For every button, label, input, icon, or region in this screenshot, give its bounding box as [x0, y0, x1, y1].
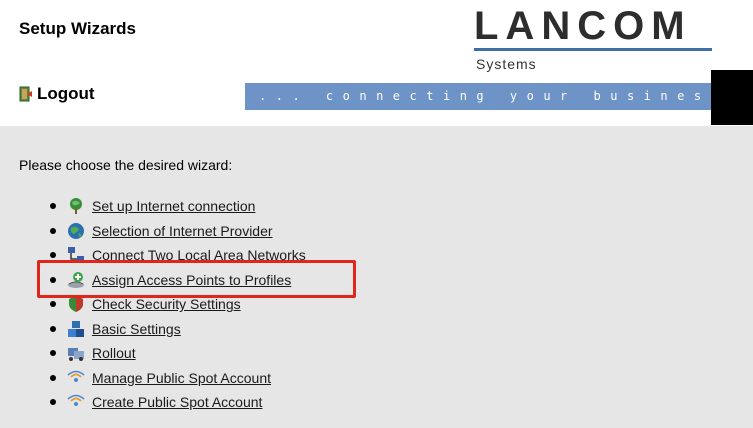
list-item: Create Public Spot Account: [50, 390, 306, 415]
bullet: [50, 203, 56, 210]
wizard-link-internet-connection[interactable]: Set up Internet connection: [92, 198, 255, 214]
list-item: Rollout: [50, 341, 306, 366]
list-item: Check Security Settings: [50, 292, 306, 317]
bullet: [50, 227, 56, 234]
lancom-logo: LANCOM Systems: [474, 4, 714, 72]
list-item: Assign Access Points to Profiles: [50, 268, 306, 293]
network-icon: [68, 247, 84, 263]
wizard-panel: Please choose the desired wizard: Set up…: [0, 126, 753, 428]
tagline-banner: ... connecting your business: [245, 83, 745, 110]
logo-subtitle: Systems: [476, 56, 537, 72]
wizard-list: Set up Internet connection Selection of …: [50, 194, 306, 415]
wireless-icon: [67, 395, 85, 407]
bullet: [50, 350, 56, 357]
globe-plant-icon: [70, 198, 82, 215]
header: Setup Wizards LANCOM Systems Logout ... …: [0, 0, 753, 126]
wizard-link-manage-public-spot[interactable]: Manage Public Spot Account: [92, 370, 271, 386]
bullet: [50, 276, 56, 283]
logo-text: LANCOM: [474, 4, 692, 48]
list-item: Selection of Internet Provider: [50, 219, 306, 244]
list-item: Set up Internet connection: [50, 194, 306, 219]
bullet: [50, 325, 56, 332]
bullet: [50, 399, 56, 406]
wireless-icon: [67, 370, 85, 382]
bullet: [50, 252, 56, 259]
globe-icon: [68, 222, 84, 239]
logout-link[interactable]: Logout: [19, 84, 95, 104]
wizard-prompt: Please choose the desired wizard:: [19, 157, 233, 173]
wizard-link-security-settings[interactable]: Check Security Settings: [92, 296, 241, 312]
blocks-icon: [68, 320, 84, 337]
wizard-link-internet-provider[interactable]: Selection of Internet Provider: [92, 223, 273, 239]
rollout-icon: [68, 348, 84, 362]
list-item: Basic Settings: [50, 317, 306, 342]
corner-block: [711, 70, 753, 125]
wizard-link-rollout[interactable]: Rollout: [92, 345, 136, 361]
list-item: Connect Two Local Area Networks: [50, 243, 306, 268]
bullet: [50, 374, 56, 381]
logout-door-icon: [19, 86, 32, 102]
page-title: Setup Wizards: [19, 19, 136, 38]
list-item: Manage Public Spot Account: [50, 366, 306, 391]
logout-label: Logout: [37, 84, 95, 103]
logo-underline: [474, 48, 712, 51]
wizard-link-create-public-spot[interactable]: Create Public Spot Account: [92, 394, 262, 410]
wizard-link-connect-lans[interactable]: Connect Two Local Area Networks: [92, 247, 306, 263]
wizard-link-basic-settings[interactable]: Basic Settings: [92, 321, 181, 337]
access-point-add-icon: [68, 271, 84, 288]
shield-icon: [69, 296, 83, 313]
wizard-link-assign-access-points[interactable]: Assign Access Points to Profiles: [92, 272, 291, 288]
bullet: [50, 301, 56, 308]
